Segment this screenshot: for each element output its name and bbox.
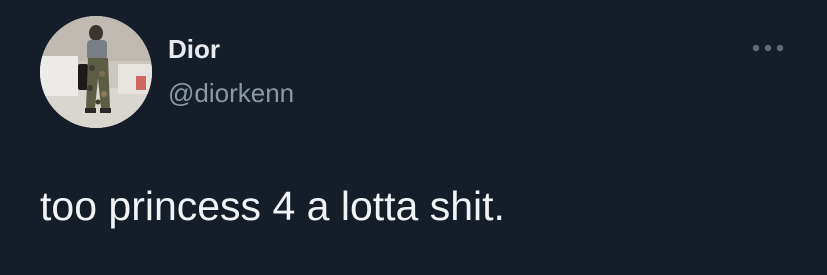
ellipsis-icon xyxy=(752,44,784,52)
more-options-button[interactable] xyxy=(746,34,790,62)
author-handle[interactable]: @diorkenn xyxy=(168,77,294,109)
author-display-name[interactable]: Dior xyxy=(168,33,220,65)
avatar-photo xyxy=(40,16,152,128)
tweet-card: Dior @diorkenn too princess 4 a lotta sh… xyxy=(0,0,827,275)
avatar[interactable] xyxy=(40,16,152,128)
tweet-text: too princess 4 a lotta shit. xyxy=(40,183,505,229)
